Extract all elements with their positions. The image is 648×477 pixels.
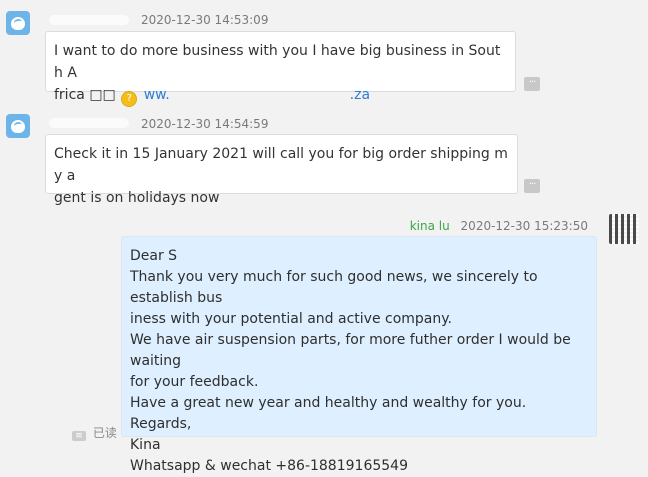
- message-line: Kina: [130, 437, 161, 453]
- sender-avatar[interactable]: [6, 114, 30, 138]
- message-line: Have a great new year and healthy and we…: [130, 395, 527, 411]
- outgoing-message-bubble[interactable]: Dear S Thank you very much for such good…: [121, 236, 597, 474]
- message-more-button[interactable]: ···: [524, 77, 540, 91]
- message-line: iness with your potential and active com…: [130, 311, 452, 327]
- sender-avatar[interactable]: [6, 11, 30, 35]
- self-avatar[interactable]: [609, 214, 639, 244]
- self-message-timestamp: 2020-12-30 15:23:50: [460, 219, 588, 233]
- message-line: frica □□ ? ww. .za: [54, 84, 507, 107]
- message-line: Thank you very much for such good news, …: [130, 269, 538, 306]
- message-line: Regards,: [130, 416, 192, 432]
- message-more-button[interactable]: ···: [524, 179, 540, 193]
- avatar-icon: [11, 119, 25, 133]
- message-line: We have air suspension parts, for more f…: [130, 332, 571, 369]
- sender-name-redacted: [49, 15, 129, 25]
- message-line: Dear S: [130, 248, 178, 264]
- read-status-text: 已读: [92, 426, 117, 440]
- message-timestamp: 2020-12-30 14:53:09: [141, 13, 269, 27]
- message-text: frica: [54, 87, 85, 103]
- website-link[interactable]: ww. .za: [144, 87, 370, 103]
- incoming-message-bubble[interactable]: Check it in 15 January 2021 will call yo…: [45, 134, 518, 206]
- message-line: Check it in 15 January 2021 will call yo…: [54, 146, 508, 184]
- self-sender-name: kina lu: [409, 219, 450, 233]
- read-receipt: ≡ 已读: [72, 426, 117, 441]
- missing-glyph-text: □□: [89, 87, 116, 103]
- incoming-message-bubble[interactable]: I want to do more business with you I ha…: [45, 31, 516, 107]
- self-message-meta: kina lu 2020-12-30 15:23:50: [410, 219, 588, 233]
- link-prefix: ww.: [143, 87, 170, 103]
- message-line: Whatsapp & wechat +86-18819165549: [130, 458, 408, 474]
- message-timestamp: 2020-12-30 14:54:59: [141, 117, 269, 131]
- question-emoji-icon: ?: [121, 91, 138, 107]
- message-line: for your feedback.: [130, 374, 259, 390]
- sender-name-redacted: [49, 118, 129, 128]
- message-line: gent is on holidays now: [54, 190, 220, 206]
- avatar-icon: [11, 16, 25, 30]
- read-receipt-icon: ≡: [72, 431, 86, 441]
- message-line: I want to do more business with you I ha…: [54, 43, 501, 81]
- link-suffix: .za: [349, 87, 371, 103]
